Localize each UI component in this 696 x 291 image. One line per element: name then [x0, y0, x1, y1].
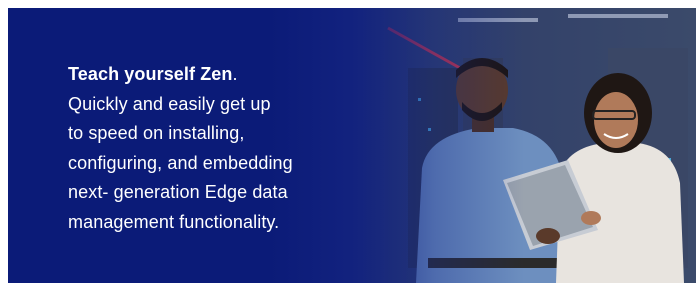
- body-line-1: Quickly and easily get up: [68, 93, 271, 114]
- hero-banner: Teach yourself Zen. Quickly and easily g…: [8, 8, 696, 283]
- banner-copy: Teach yourself Zen. Quickly and easily g…: [68, 60, 368, 237]
- body-line-2: to speed on installing,: [68, 123, 245, 143]
- body-line-4: next- generation Edge data: [68, 182, 288, 202]
- headline: Teach yourself Zen: [68, 64, 233, 84]
- headline-line: Teach yourself Zen.: [68, 60, 368, 90]
- headline-period: .: [232, 64, 238, 84]
- body-line-3: configuring, and embedding: [68, 152, 293, 173]
- body-line-5: management functionality.: [68, 211, 280, 232]
